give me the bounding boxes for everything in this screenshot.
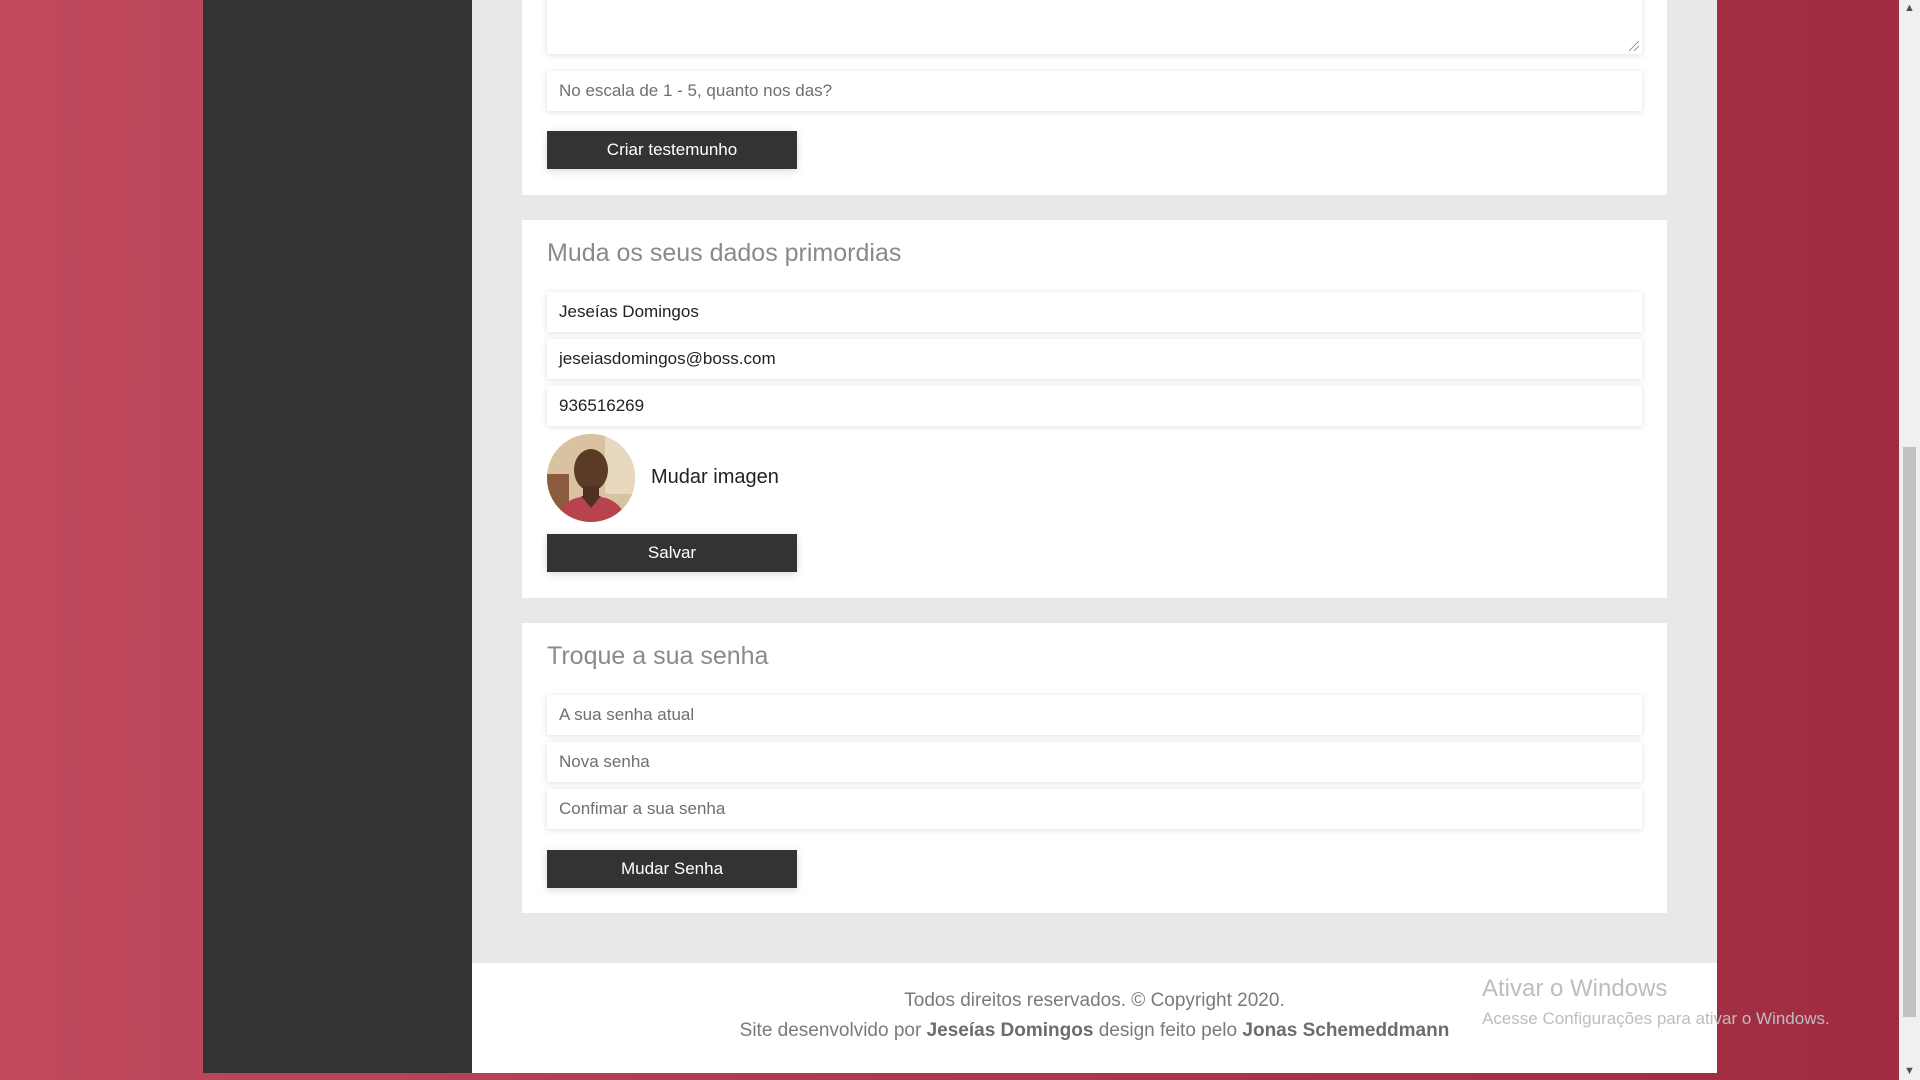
- change-password-button[interactable]: Mudar Senha: [547, 850, 797, 888]
- profile-title: Muda os seus dados primordias: [547, 239, 902, 267]
- save-button[interactable]: Salvar: [547, 534, 797, 572]
- scroll-down-icon[interactable]: ▼: [1899, 1063, 1920, 1080]
- scroll-up-icon[interactable]: ▲: [1899, 0, 1920, 17]
- new-password-input[interactable]: Nova senha: [547, 742, 1642, 782]
- testimonial-textarea[interactable]: [547, 0, 1642, 54]
- phone-field[interactable]: 936516269: [547, 386, 1642, 426]
- sidebar: [203, 0, 472, 1073]
- designer-name: Jonas Schemeddmann: [1242, 1020, 1450, 1041]
- change-image-link[interactable]: Mudar imagen: [651, 466, 779, 489]
- scrollbar-thumb[interactable]: [1903, 447, 1916, 1017]
- create-testimonial-button[interactable]: Criar testemunho: [547, 131, 797, 169]
- resize-handle-icon[interactable]: [1629, 41, 1639, 51]
- windows-activation-watermark: Ativar o Windows Acesse Configurações pa…: [1482, 975, 1830, 1029]
- avatar-image: [547, 434, 635, 522]
- name-field[interactable]: Jeseías Domingos: [547, 292, 1642, 332]
- avatar[interactable]: [547, 434, 635, 522]
- email-field[interactable]: jeseiasdomingos@boss.com: [547, 339, 1642, 379]
- developer-name: Jeseías Domingos: [926, 1020, 1094, 1041]
- credits-prefix: Site desenvolvido por: [739, 1020, 927, 1041]
- credits-middle: design feito pelo: [1093, 1020, 1243, 1041]
- testimonial-card: No escala de 1 - 5, quanto nos das? Cria…: [522, 0, 1667, 195]
- password-card: Troque a sua senha A sua senha atual Nov…: [522, 623, 1667, 913]
- profile-card: Muda os seus dados primordias Jeseías Do…: [522, 220, 1667, 598]
- current-password-input[interactable]: A sua senha atual: [547, 695, 1642, 735]
- watermark-title: Ativar o Windows: [1482, 975, 1668, 1002]
- page-container: No escala de 1 - 5, quanto nos das? Cria…: [203, 0, 1717, 1073]
- rating-input[interactable]: No escala de 1 - 5, quanto nos das?: [547, 71, 1642, 111]
- vertical-scrollbar[interactable]: ▲ ▼: [1899, 0, 1920, 1080]
- watermark-subtitle: Acesse Configurações para ativar o Windo…: [1482, 1009, 1830, 1028]
- password-title: Troque a sua senha: [547, 642, 769, 670]
- confirm-password-input[interactable]: Confimar a sua senha: [547, 789, 1642, 829]
